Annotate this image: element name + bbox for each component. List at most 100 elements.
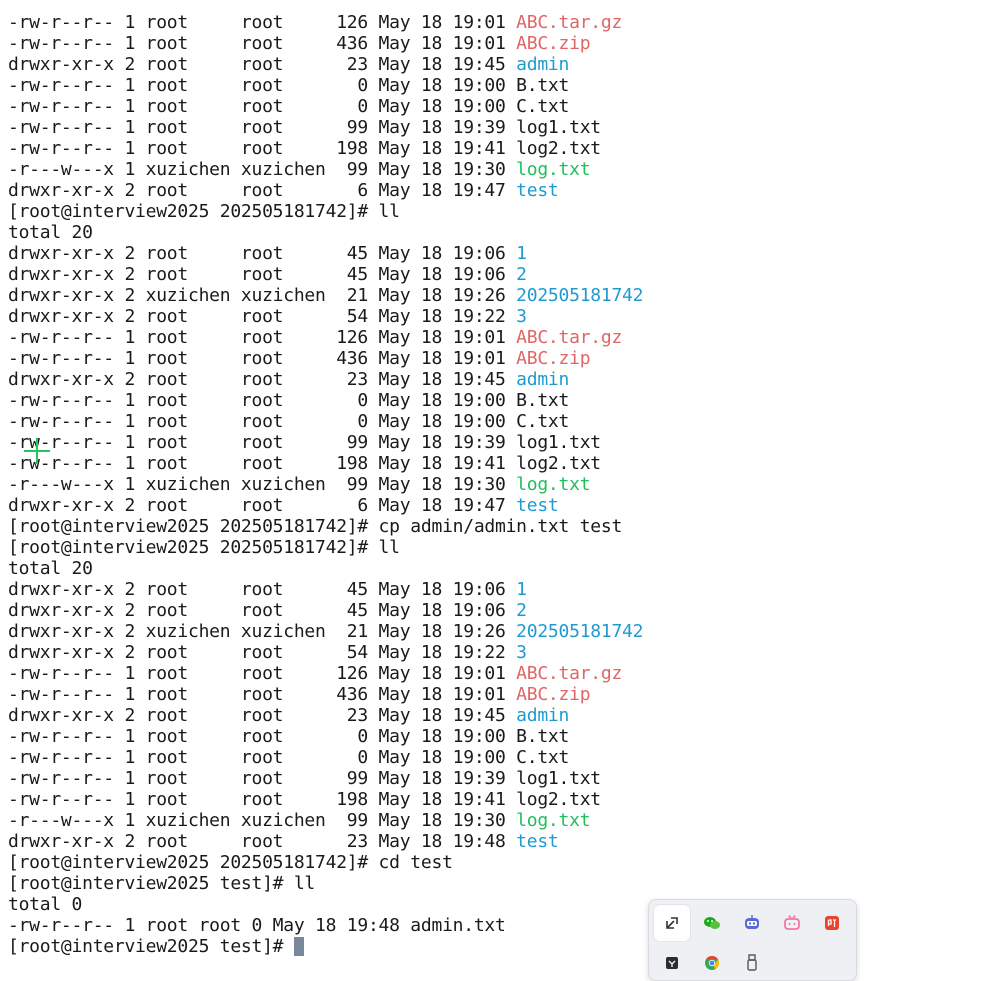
terminal-line: [root@interview2025 202505181742]# ll [8,537,998,558]
terminal-line: total 20 [8,222,998,243]
chrome-icon [705,955,719,970]
file-name: 2 [516,264,527,285]
line-text: drwxr-xr-x 2 root root 23 May 18 19:48 [8,831,517,852]
terminal-line: -rw-r--r-- 1 root root 198 May 18 19:41 … [8,453,998,474]
file-name: 2 [516,600,527,621]
line-text: -rw-r--r-- 1 root root 0 May 18 19:00 [8,747,517,768]
terminal-line: [root@interview2025 202505181742]# ll [8,201,998,222]
line-text: drwxr-xr-x 2 root root 23 May 18 19:45 [8,705,517,726]
line-text: -rw-r--r-- 1 root root 126 May 18 19:01 [8,12,517,33]
terminal-line: -rw-r--r-- 1 root root 126 May 18 19:01 … [8,12,998,33]
terminal-line: -rw-r--r-- 1 root root 0 May 18 19:00 B.… [8,75,998,96]
text-cursor [293,937,304,956]
line-text: [root@interview2025 202505181742]# cd te… [8,852,453,873]
terminal-line: -rw-r--r-- 1 root root 0 May 18 19:00 B.… [8,726,998,747]
robot-assistant-icon [745,915,759,929]
terminal-line: drwxr-xr-x 2 root root 23 May 18 19:48 t… [8,831,998,852]
terminal-line: drwxr-xr-x 2 root root 6 May 18 19:47 te… [8,495,998,516]
terminal-line: -r---w---x 1 xuzichen xuzichen 99 May 18… [8,159,998,180]
file-name: admin [516,54,570,75]
line-text: drwxr-xr-x 2 root root 45 May 18 19:06 [8,243,517,264]
file-name: ABC.zip [516,348,591,369]
terminal-line: -rw-r--r-- 1 root root 126 May 18 19:01 … [8,663,998,684]
file-name: 3 [516,306,527,327]
file-name: log2.txt [516,138,601,159]
line-text: drwxr-xr-x 2 root root 23 May 18 19:45 [8,369,517,390]
file-name: C.txt [516,747,570,768]
terminal-line: -rw-r--r-- 1 root root 436 May 18 19:01 … [8,33,998,54]
terminal-line: drwxr-xr-x 2 root root 6 May 18 19:47 te… [8,180,998,201]
file-name: log1.txt [516,117,601,138]
line-text: -rw-r--r-- 1 root root 126 May 18 19:01 [8,663,517,684]
terminal-line: drwxr-xr-x 2 root root 45 May 18 19:06 2 [8,264,998,285]
line-text: drwxr-xr-x 2 root root 54 May 18 19:22 [8,642,517,663]
line-text: [root@interview2025 202505181742]# ll [8,201,400,222]
line-text: drwxr-xr-x 2 root root 45 May 18 19:06 [8,600,517,621]
line-text: -rw-r--r-- 1 root root 99 May 18 19:39 [8,432,517,453]
file-name: 202505181742 [516,621,644,642]
chrome-button[interactable] [694,945,730,981]
line-text: -rw-r--r-- 1 root root 436 May 18 19:01 [8,684,517,705]
file-name: log.txt [516,810,591,831]
terminal-line: drwxr-xr-x 2 xuzichen xuzichen 21 May 18… [8,621,998,642]
line-text: -rw-r--r-- 1 root root 198 May 18 19:41 [8,789,517,810]
line-text: -rw-r--r-- 1 root root 99 May 18 19:39 [8,768,517,789]
usb-drive-button[interactable] [734,945,770,981]
usb-drive-icon [747,954,757,971]
robot-assistant-button[interactable] [734,905,770,941]
file-name: test [516,180,559,201]
line-text: -rw-r--r-- 1 root root 99 May 18 19:39 [8,117,517,138]
line-text: drwxr-xr-x 2 root root 54 May 18 19:22 [8,306,517,327]
terminal-line: drwxr-xr-x 2 root root 23 May 18 19:45 a… [8,705,998,726]
line-text: total 20 [8,558,93,579]
file-name: log1.txt [516,432,601,453]
file-name: log.txt [516,159,591,180]
ting-listen-icon [825,916,839,930]
line-text: -rw-r--r-- 1 root root 436 May 18 19:01 [8,348,517,369]
line-text: total 20 [8,222,93,243]
file-name: ABC.tar.gz [516,12,623,33]
line-text: -rw-r--r-- 1 root root 0 May 18 19:00 [8,96,517,117]
cursor-app-button[interactable] [654,945,690,981]
wechat-button[interactable] [694,905,730,941]
line-text: -rw-r--r-- 1 root root 0 May 18 19:48 ad… [8,915,506,936]
terminal-line: drwxr-xr-x 2 root root 23 May 18 19:45 a… [8,54,998,75]
ting-listen-button[interactable] [814,905,850,941]
terminal-line: -rw-r--r-- 1 root root 0 May 18 19:00 C.… [8,747,998,768]
line-text: [root@interview2025 202505181742]# cp ad… [8,516,623,537]
file-name: log2.txt [516,453,601,474]
file-name: C.txt [516,96,570,117]
file-name: ABC.tar.gz [516,327,623,348]
line-text: drwxr-xr-x 2 xuzichen xuzichen 21 May 18… [8,621,517,642]
file-name: test [516,495,559,516]
cursor-app-icon [666,957,678,969]
terminal-line: [root@interview2025 test]# ll [8,873,998,894]
taskbar-tray-popup [648,899,857,981]
terminal-line: -rw-r--r-- 1 root root 436 May 18 19:01 … [8,348,998,369]
line-text: -rw-r--r-- 1 root root 126 May 18 19:01 [8,327,517,348]
line-text: [root@interview2025 test]# ll [8,873,316,894]
terminal-line: -rw-r--r-- 1 root root 99 May 18 19:39 l… [8,768,998,789]
line-text: -rw-r--r-- 1 root root 436 May 18 19:01 [8,33,517,54]
terminal-line: drwxr-xr-x 2 root root 54 May 18 19:22 3 [8,642,998,663]
file-name: admin [516,369,570,390]
file-name: log2.txt [516,789,601,810]
file-name: B.txt [516,726,570,747]
bilibili-button[interactable] [774,905,810,941]
file-name: C.txt [516,411,570,432]
file-name: 202505181742 [516,285,644,306]
file-name: log1.txt [516,768,601,789]
terminal-line: -rw-r--r-- 1 root root 126 May 18 19:01 … [8,327,998,348]
terminal-line: -rw-r--r-- 1 root root 0 May 18 19:00 B.… [8,390,998,411]
resize-button[interactable] [654,905,690,941]
line-text: [root@interview2025 202505181742]# ll [8,537,400,558]
file-name: ABC.zip [516,684,591,705]
file-name: admin [516,705,570,726]
terminal-line: -rw-r--r-- 1 root root 198 May 18 19:41 … [8,789,998,810]
terminal-output[interactable]: -rw-r--r-- 1 root root 126 May 18 19:01 … [8,12,998,967]
line-text: -rw-r--r-- 1 root root 0 May 18 19:00 [8,390,517,411]
terminal-line: -rw-r--r-- 1 root root 0 May 18 19:00 C.… [8,411,998,432]
shell-prompt: [root@interview2025 test]# [8,936,294,957]
file-name: 3 [516,642,527,663]
file-name: ABC.zip [516,33,591,54]
